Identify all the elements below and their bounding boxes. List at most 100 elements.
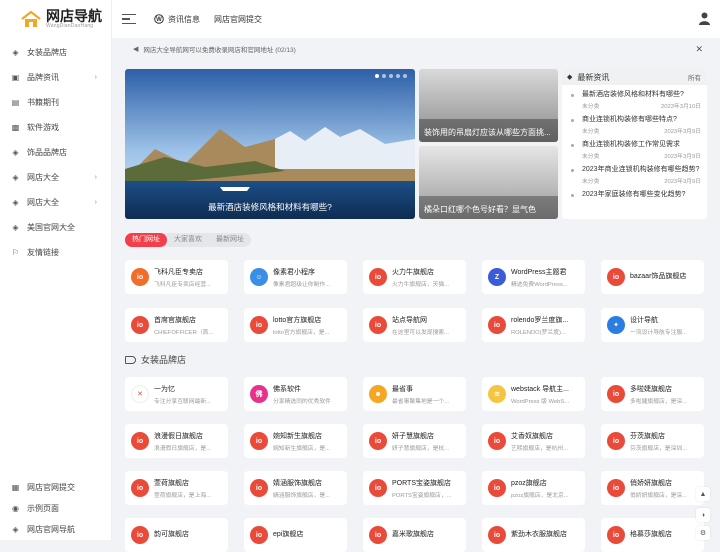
site-logo-icon: io bbox=[250, 526, 268, 544]
site-name: pzoz旗舰店 bbox=[511, 479, 547, 487]
site-logo-icon: io bbox=[607, 479, 625, 497]
site-desc: 浪漫假日旗舰店，是... bbox=[154, 445, 212, 452]
site-card[interactable]: io 紫劲木衣服旗舰店 bbox=[482, 518, 585, 552]
site-logo-icon: io bbox=[369, 316, 387, 334]
site-card[interactable]: io epi旗舰店 bbox=[244, 518, 347, 552]
site-name: bazaar饰品旗舰店 bbox=[630, 273, 687, 280]
sidebar-item[interactable]: ◈ 女装品牌店 bbox=[0, 40, 111, 65]
site-logo[interactable]: 网店导航 WangDianDaoHang bbox=[0, 0, 111, 38]
slider-dot[interactable] bbox=[396, 74, 400, 78]
site-card[interactable]: io 格慕莎旗舰店 bbox=[601, 518, 704, 552]
news-item[interactable]: 最新酒店装修风格和材料有哪些? 未分类 2023年3月10日 bbox=[562, 85, 707, 110]
tab-2[interactable]: 最新网址 bbox=[209, 233, 251, 247]
sidebar-item[interactable]: ▩ 软件游戏 bbox=[0, 115, 111, 140]
sidebar-item[interactable]: ◈ 网店大全 › bbox=[0, 190, 111, 215]
site-logo-icon: io bbox=[131, 526, 149, 544]
sidebar-item[interactable]: ◈ 饰品品牌店 bbox=[0, 140, 111, 165]
site-card[interactable]: ☺ 像素君小程序 像素君超级让你制作... bbox=[244, 260, 347, 294]
user-icon[interactable] bbox=[699, 12, 710, 25]
side-card-2[interactable]: 橘朵口红哪个色号好看？显气色 bbox=[419, 146, 558, 219]
news-all-link[interactable]: 所有 bbox=[688, 72, 701, 82]
site-name: epi旗舰店 bbox=[273, 531, 304, 538]
site-desc: 最省事聚集地是一个... bbox=[392, 398, 450, 405]
site-name: PORTS宝姿旗舰店 bbox=[392, 479, 451, 487]
tab-1[interactable]: 大家喜欢 bbox=[167, 233, 209, 247]
news-item[interactable]: 商业连锁机构装修有哪些特点? 未分类 2023年3月9日 bbox=[562, 110, 707, 135]
news-item[interactable]: 2023年家庭装修有哪些变化趋势? bbox=[562, 185, 707, 201]
site-card[interactable]: 佛佛系软件 分享精选同的优秀软件 bbox=[244, 377, 347, 411]
hero-slider[interactable]: 最新酒店装修风格和材料有哪些? bbox=[125, 69, 415, 219]
site-logo-icon: io bbox=[488, 316, 506, 334]
sidebar-bottom-item-label: 网店官网提交 bbox=[27, 483, 75, 492]
site-desc: 一流设计导航专注服... bbox=[630, 329, 688, 336]
sidebar-item-label: 网店大全 bbox=[27, 173, 59, 182]
sidebar-item[interactable]: ◈ 美国官网大全 bbox=[0, 215, 111, 240]
site-desc: CHIEFOFFICER（首... bbox=[154, 329, 214, 336]
top-link-submit[interactable]: 网店官网提交 bbox=[214, 14, 262, 25]
site-card[interactable]: io 婧涵服饰旗舰店 婧涵服饰旗舰店，是... bbox=[244, 471, 347, 505]
slider-dot[interactable] bbox=[375, 74, 379, 78]
site-card[interactable]: io 首席官旗舰店 CHIEFOFFICER（首... bbox=[125, 308, 228, 342]
side-card-1[interactable]: 装饰用的吊扇灯应该从哪些方面挑... bbox=[419, 69, 558, 142]
sidebar-bottom-item[interactable]: ◉ 示例页面 bbox=[0, 498, 111, 519]
sidebar-item[interactable]: ⚐ 友情链接 bbox=[0, 240, 111, 265]
site-card[interactable]: io 婉知新生旗舰店 婉知新生旗舰店，是... bbox=[244, 424, 347, 458]
site-card[interactable]: io 浪漫假日旗舰店 浪漫假日旗舰店，是... bbox=[125, 424, 228, 458]
site-card[interactable]: Z WordPress主题君 精选免费WordPress... bbox=[482, 260, 585, 294]
site-card[interactable]: io 站点导航网 在这里可以发现搜索... bbox=[363, 308, 466, 342]
sidebar-item[interactable]: ▤ 书籍期刊 bbox=[0, 90, 111, 115]
site-card[interactable]: io 飞科凡臣专卖店 飞科凡臣专卖店经营... bbox=[125, 260, 228, 294]
site-desc: 婧涵服饰旗舰店，是... bbox=[273, 492, 331, 499]
site-card[interactable]: io 韵可旗舰店 bbox=[125, 518, 228, 552]
close-icon[interactable]: ✕ bbox=[695, 44, 703, 55]
news-item[interactable]: 商业连锁机构装修工作常见需求 未分类 2023年3月9日 bbox=[562, 135, 707, 160]
site-card[interactable]: io 俏娇妍旗舰店 俏娇妍旗舰店，是深... bbox=[601, 471, 704, 505]
site-logo-icon: io bbox=[131, 316, 149, 334]
site-card[interactable]: ✕ 一为忆 专注分享互联网最新... bbox=[125, 377, 228, 411]
side-card-1-caption: 装饰用的吊扇灯应该从哪些方面挑... bbox=[424, 128, 551, 137]
site-desc: WordPress 版 WebS... bbox=[511, 398, 570, 405]
settings-icon[interactable]: ⚙ bbox=[696, 526, 710, 540]
chevron-right-icon: › bbox=[94, 174, 97, 181]
site-logo-icon: io bbox=[488, 526, 506, 544]
sidebar-item[interactable]: ◈ 网店大全 › bbox=[0, 165, 111, 190]
hero-image bbox=[125, 69, 415, 219]
site-card[interactable]: io pzoz旗舰店 pzoz旗舰店，是北京... bbox=[482, 471, 585, 505]
site-card[interactable]: ☻ 最省事 最省事聚集地是一个... bbox=[363, 377, 466, 411]
sidebar-item[interactable]: ▣ 品牌资讯 › bbox=[0, 65, 111, 90]
site-name: 艾香奴旗舰店 bbox=[511, 432, 553, 440]
site-name: 婉知新生旗舰店 bbox=[273, 432, 322, 440]
top-link-news[interactable]: W 资讯信息 bbox=[154, 14, 200, 25]
news-item[interactable]: 2023年商业连锁机构装修有哪些趋势? 未分类 2023年3月9日 bbox=[562, 160, 707, 185]
site-card[interactable]: io 艾香奴旗舰店 艺熙旗舰店，是杭州... bbox=[482, 424, 585, 458]
sidebar-item-label: 友情链接 bbox=[27, 248, 59, 257]
site-desc: 火力牛旗舰店，天猫... bbox=[392, 281, 450, 288]
site-card[interactable]: io lotto官方旗舰店 lotto官方旗舰店，是... bbox=[244, 308, 347, 342]
site-name: 多啦婕旗舰店 bbox=[630, 385, 672, 393]
site-card[interactable]: io PORTS宝姿旗舰店 PORTS宝姿旗舰店，... bbox=[363, 471, 466, 505]
slider-dot[interactable] bbox=[403, 74, 407, 78]
site-card[interactable]: io 芬茨旗舰店 芬茨旗舰店，是深圳... bbox=[601, 424, 704, 458]
slider-dot[interactable] bbox=[382, 74, 386, 78]
sidebar-bottom-item[interactable]: ▦ 网店官网提交 bbox=[0, 477, 111, 498]
tab-0[interactable]: 热门网址 bbox=[125, 233, 167, 247]
site-card[interactable]: io 火力牛旗舰店 火力牛旗舰店，天猫... bbox=[363, 260, 466, 294]
site-card[interactable]: io 嘉米歌旗舰店 bbox=[363, 518, 466, 552]
site-logo-icon: ≋ bbox=[488, 385, 506, 403]
site-card[interactable]: io 萱荷旗舰店 萱荷旗舰店，是上海... bbox=[125, 471, 228, 505]
back-to-top-icon[interactable]: ▲ bbox=[696, 487, 710, 501]
site-card[interactable]: io 多啦婕旗舰店 多啦婕旗舰店，是深... bbox=[601, 377, 704, 411]
site-card[interactable]: ≋ webstack 导航主... WordPress 版 WebS... bbox=[482, 377, 585, 411]
slider-dot[interactable] bbox=[389, 74, 393, 78]
menu-toggle-icon[interactable] bbox=[122, 13, 136, 25]
site-card[interactable]: io bazaar饰品旗舰店 bbox=[601, 260, 704, 294]
theme-toggle-icon[interactable]: ◑ bbox=[696, 508, 710, 522]
chevron-right-icon: › bbox=[94, 199, 97, 206]
site-card[interactable]: io 妍子慧旗舰店 妍子慧旗舰店，是杭... bbox=[363, 424, 466, 458]
site-card[interactable]: ✦ 设计导航 一流设计导航专注服... bbox=[601, 308, 704, 342]
site-card[interactable]: io rolendo罗兰度旗... ROLENDO(罗兰度)... bbox=[482, 308, 585, 342]
slider-dots bbox=[375, 74, 407, 78]
sidebar-bottom-item[interactable]: ◈ 网店官网导航 bbox=[0, 519, 111, 540]
section-title: 女装品牌店 bbox=[141, 355, 187, 365]
notice-text[interactable]: 网店大全导航网可以免费收录网店和官网地址 (02/13) bbox=[143, 44, 295, 54]
